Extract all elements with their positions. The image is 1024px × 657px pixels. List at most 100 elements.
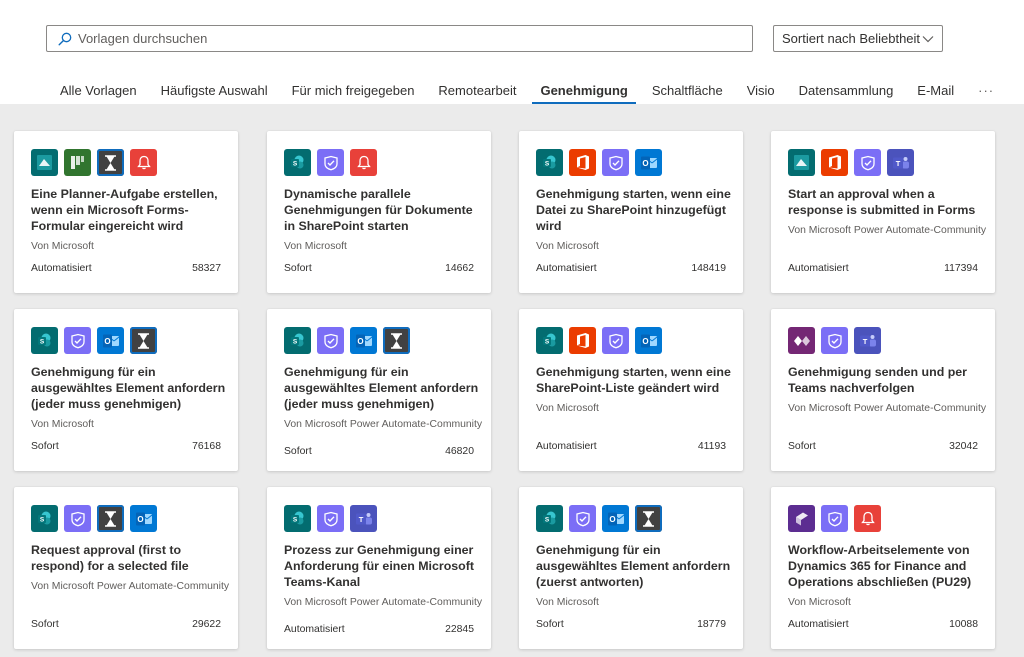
tab-datensammlung[interactable]: Datensammlung [787,78,906,104]
approvals-icon [821,327,848,354]
tab-visio[interactable]: Visio [735,78,787,104]
powerapps-icon [788,327,815,354]
approvals-icon [317,505,344,532]
card-count: 32042 [949,441,978,452]
notification-icon [350,149,377,176]
search-box[interactable] [46,25,753,52]
timer-icon [97,505,124,532]
notification-icon [854,505,881,532]
tab-remotearbeit[interactable]: Remotearbeit [426,78,528,104]
sharepoint-icon: S [284,505,311,532]
tab-fuer-mich-freigegeben[interactable]: Für mich freigegeben [280,78,427,104]
connector-icons: S O [536,327,662,354]
tab-e-mail[interactable]: E-Mail [905,78,966,104]
template-card[interactable]: S T Prozess zur Genehmigung einer Anford… [267,487,491,649]
svg-text:S: S [40,517,45,524]
connector-icons [788,505,881,532]
card-title: Genehmigung starten, wenn eine Datei zu … [536,187,731,233]
template-card[interactable]: S Dynamische parallele Genehmigungen für… [267,131,491,293]
approvals-icon [602,149,629,176]
card-author: Von Microsoft Power Automate-Community [788,225,987,236]
tab-alle-vorlagen[interactable]: Alle Vorlagen [48,78,149,104]
card-count: 148419 [691,263,726,274]
template-card[interactable]: Eine Planner-Aufgabe erstellen, wenn ein… [14,131,238,293]
template-card[interactable]: S O Genehmigung für ein ausgewähltes Ele… [519,487,743,649]
tab-haeufigste-auswahl[interactable]: Häufigste Auswahl [149,78,280,104]
connector-icons: T [788,149,914,176]
timer-icon [635,505,662,532]
sort-dropdown[interactable]: Sortiert nach Beliebtheit [773,25,943,52]
svg-text:O: O [137,515,143,524]
card-count: 14662 [445,263,474,274]
card-author: Von Microsoft Power Automate-Community [31,581,230,592]
forms-icon [788,149,815,176]
card-type: Sofort [788,441,816,452]
sharepoint-icon: S [536,505,563,532]
approvals-icon [64,327,91,354]
card-author: Von Microsoft Power Automate-Community [284,597,483,608]
card-author: Von Microsoft [536,597,599,608]
template-card[interactable]: S O Genehmigung für ein ausgewähltes Ele… [14,309,238,471]
svg-text:T: T [862,337,867,346]
timer-icon [97,149,124,176]
card-author: Von Microsoft [536,241,599,252]
card-count: 76168 [192,441,221,452]
card-author: Von Microsoft [31,419,94,430]
card-count: 117394 [944,263,978,274]
tab-schaltflaeche[interactable]: Schaltfläche [640,78,735,104]
card-author: Von Microsoft [536,403,599,414]
card-count: 18779 [697,619,726,630]
card-count: 22845 [445,624,474,635]
approvals-icon [569,505,596,532]
svg-text:S: S [293,517,298,524]
card-count: 41193 [697,441,726,452]
card-title: Genehmigung für ein ausgewähltes Element… [284,365,479,411]
office-icon [569,327,596,354]
sharepoint-icon: S [284,149,311,176]
notification-icon [130,149,157,176]
connector-icons: S O [31,505,157,532]
connector-icons: S O [536,149,662,176]
template-card[interactable]: T Start an approval when a response is s… [771,131,995,293]
template-card[interactable]: Workflow-Arbeitselemente von Dynamics 36… [771,487,995,649]
card-author: Von Microsoft [788,597,851,608]
outlook-icon: O [97,327,124,354]
sharepoint-icon: S [284,327,311,354]
top-bar: Sortiert nach Beliebtheit Alle Vorlagen … [0,0,1024,104]
svg-text:O: O [609,515,615,524]
outlook-icon: O [350,327,377,354]
connector-icons: S O [31,327,157,354]
card-count: 10088 [949,619,978,630]
template-card[interactable]: T Genehmigung senden und per Teams nachv… [771,309,995,471]
teams-icon: T [350,505,377,532]
tab-genehmigung[interactable]: Genehmigung [528,78,639,104]
svg-text:S: S [40,339,45,346]
search-input[interactable] [78,31,678,46]
card-type: Automatisiert [788,263,849,274]
outlook-icon: O [635,149,662,176]
card-type: Automatisiert [788,619,849,630]
outlook-icon: O [635,327,662,354]
forms-icon [31,149,58,176]
connector-icons [31,149,157,176]
outlook-icon: O [602,505,629,532]
template-card[interactable]: S O Genehmigung starten, wenn eine Datei… [519,131,743,293]
card-author: Von Microsoft [31,241,94,252]
template-card[interactable]: S O Request approval (first to respond) … [14,487,238,649]
card-type: Sofort [284,263,312,274]
template-card[interactable]: S O Genehmigung starten, wenn eine Share… [519,309,743,471]
sharepoint-icon: S [31,505,58,532]
card-title: Workflow-Arbeitselemente von Dynamics 36… [788,543,972,589]
sharepoint-icon: S [31,327,58,354]
card-title: Dynamische parallele Genehmigungen für D… [284,187,473,233]
card-title: Request approval (first to respond) for … [31,543,189,573]
connector-icons: S T [284,505,377,532]
card-author: Von Microsoft Power Automate-Community [284,419,483,430]
sharepoint-icon: S [536,327,563,354]
svg-text:S: S [293,161,298,168]
card-type: Sofort [284,446,312,457]
svg-text:S: S [545,161,550,168]
template-card[interactable]: S O Genehmigung für ein ausgewähltes Ele… [267,309,491,471]
more-tabs-button[interactable]: ··· [966,78,1006,104]
svg-text:S: S [545,339,550,346]
